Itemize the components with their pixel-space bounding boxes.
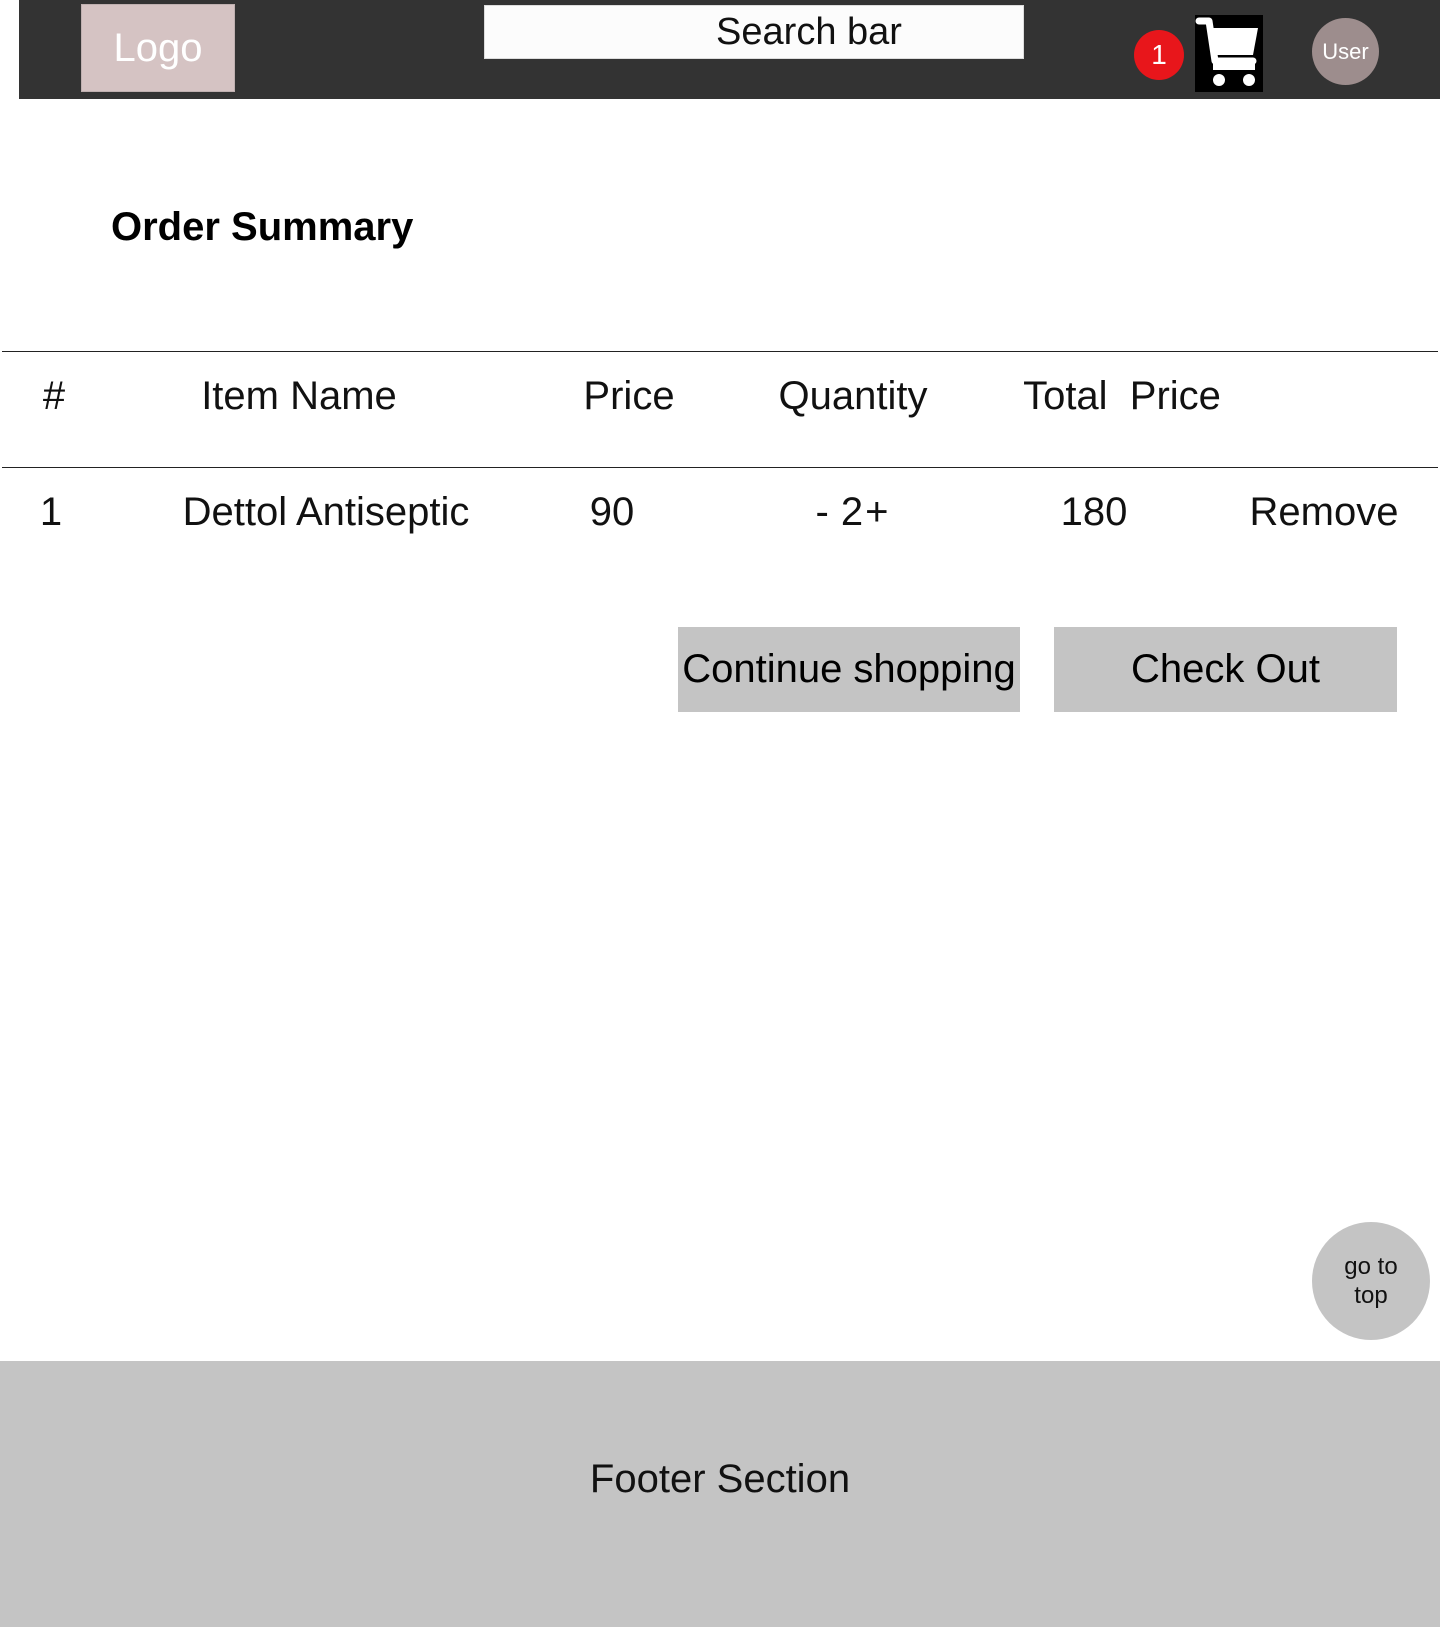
- continue-shopping-button[interactable]: Continue shopping: [678, 627, 1020, 712]
- cart-icon-glyph: [1195, 15, 1263, 92]
- row-total-price: 180: [1060, 490, 1128, 534]
- table-header-divider: [2, 467, 1438, 468]
- go-to-top-button[interactable]: go to top: [1312, 1222, 1430, 1340]
- quantity-value: 2: [840, 490, 864, 534]
- quantity-stepper: - 2 +: [816, 490, 889, 535]
- quantity-decrement-button[interactable]: -: [816, 490, 829, 535]
- column-header-quantity: Quantity: [778, 374, 928, 418]
- table-top-divider: [2, 351, 1438, 352]
- search-input[interactable]: [484, 5, 1024, 59]
- row-index: 1: [39, 490, 63, 534]
- logo[interactable]: Logo: [81, 4, 235, 92]
- order-summary-page: Logo 1 User Order Summary # Item Name Pr…: [0, 0, 1440, 1627]
- column-header-item-name: Item Name: [201, 374, 397, 418]
- row-price: 90: [589, 490, 635, 534]
- footer-label: Footer Section: [589, 1456, 851, 1501]
- column-header-total-price: Total Price: [1023, 374, 1221, 418]
- go-to-top-label: go to top: [1344, 1252, 1397, 1310]
- column-header-index: #: [42, 374, 66, 418]
- top-navbar: Logo 1 User: [19, 0, 1440, 99]
- column-header-price: Price: [583, 374, 675, 418]
- quantity-increment-button[interactable]: +: [865, 490, 888, 535]
- user-avatar[interactable]: User: [1312, 18, 1379, 85]
- page-title: Order Summary: [111, 205, 414, 249]
- row-item-name: Dettol Antiseptic: [182, 490, 470, 534]
- go-to-top-line-1: go to: [1344, 1253, 1398, 1280]
- remove-item-button[interactable]: Remove: [1250, 490, 1399, 535]
- cart-icon[interactable]: [1195, 15, 1263, 92]
- go-to-top-line-2: top: [1354, 1282, 1388, 1309]
- checkout-button[interactable]: Check Out: [1054, 627, 1397, 712]
- cart-count-badge: 1: [1134, 30, 1184, 80]
- footer: Footer Section: [0, 1361, 1440, 1627]
